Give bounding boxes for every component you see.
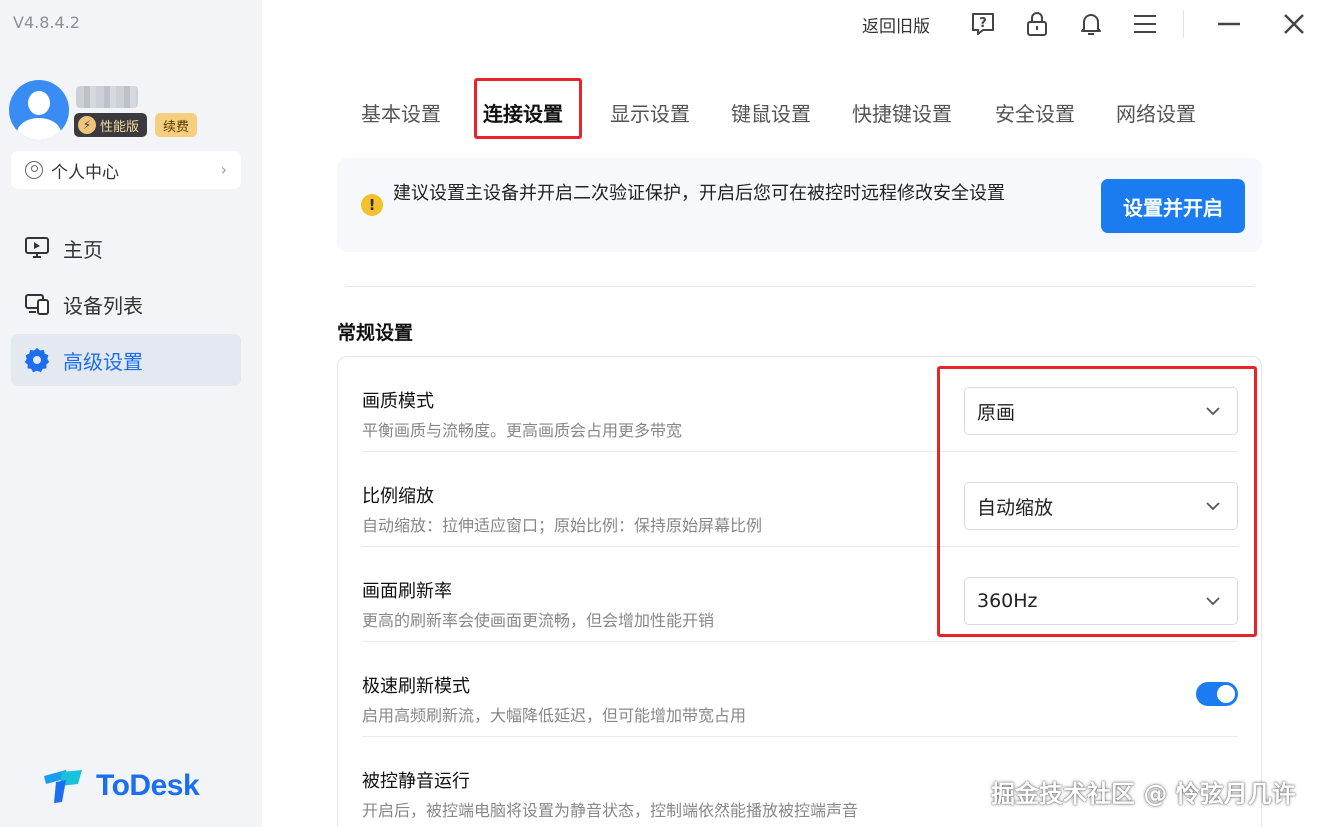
close-icon[interactable] — [1280, 10, 1308, 38]
setting-description: 自动缩放：拉伸适应窗口；原始比例：保持原始屏幕比例 — [362, 516, 763, 535]
sidebar-item-devices[interactable]: 设备列表 — [11, 278, 241, 330]
tab-basic-settings[interactable]: 基本设置 — [361, 98, 441, 127]
user-circle-icon — [25, 161, 43, 179]
setting-label: 比例缩放 — [362, 486, 434, 507]
avatar[interactable] — [9, 80, 69, 140]
sidebar: V4.8.4.2 ⚡ 性能版 续费 个人中心 › 主页 设备列表 高级设置 To… — [0, 0, 262, 827]
todesk-logo: ToDesk — [42, 768, 200, 804]
app-version: V4.8.4.2 — [13, 13, 80, 32]
renew-button[interactable]: 续费 — [155, 113, 198, 137]
sidebar-item-label: 设备列表 — [63, 293, 143, 318]
lightning-icon: ⚡ — [78, 116, 96, 134]
devices-icon — [23, 290, 51, 318]
sidebar-item-advanced-settings[interactable]: 高级设置 — [11, 334, 241, 386]
back-to-old-version-link[interactable]: 返回旧版 — [862, 12, 930, 37]
setting-row-fast-refresh: 极速刷新模式 启用高频刷新流，大幅降低延迟，但可能增加带宽占用 — [362, 642, 1238, 737]
tab-shortcut-settings[interactable]: 快捷键设置 — [852, 98, 952, 127]
monitor-icon — [23, 234, 51, 262]
help-icon[interactable]: ? — [969, 10, 997, 38]
svg-text:?: ? — [979, 16, 987, 31]
setting-label: 极速刷新模式 — [362, 676, 470, 697]
watermark-text: 掘金技术社区 @ 怜弦月几许 — [991, 780, 1296, 808]
performance-edition-badge: ⚡ 性能版 — [74, 113, 148, 137]
chevron-right-icon: › — [220, 160, 227, 179]
section-title: 常规设置 — [337, 322, 414, 344]
bell-icon[interactable] — [1077, 10, 1105, 38]
sidebar-item-home[interactable]: 主页 — [11, 222, 241, 274]
setting-description: 平衡画质与流畅度。更高画质会占用更多带宽 — [362, 421, 683, 440]
todesk-logo-icon — [42, 768, 88, 804]
security-notice-text: 建议设置主设备并开启二次验证保护，开启后您可在被控时远程修改安全设置 — [393, 183, 1005, 204]
lock-icon[interactable] — [1023, 10, 1051, 38]
sidebar-item-label: 高级设置 — [63, 349, 143, 374]
menu-icon[interactable] — [1131, 10, 1159, 38]
setting-label: 画面刷新率 — [362, 581, 452, 602]
username-blurred — [76, 86, 138, 108]
section-divider — [345, 286, 1255, 287]
personal-center-label: 个人中心 — [51, 162, 119, 183]
setting-label: 被控静音运行 — [362, 771, 470, 792]
tab-display-settings[interactable]: 显示设置 — [610, 98, 690, 127]
tab-highlight-annotation — [474, 78, 582, 139]
tab-network-settings[interactable]: 网络设置 — [1116, 98, 1196, 127]
setting-description: 更高的刷新率会使画面更流畅，但会增加性能开销 — [362, 611, 715, 630]
setting-description: 开启后，被控端电脑将设置为静音状态，控制端依然能播放被控端声音 — [362, 801, 859, 820]
todesk-logo-text: ToDesk — [96, 769, 200, 802]
performance-edition-label: 性能版 — [100, 119, 140, 135]
personal-center-button[interactable]: 个人中心 › — [11, 151, 241, 189]
gear-icon — [23, 346, 51, 374]
topbar-divider — [1183, 10, 1184, 38]
fast-refresh-toggle[interactable] — [1196, 682, 1238, 706]
tab-keyboard-mouse-settings[interactable]: 键鼠设置 — [731, 98, 811, 127]
tab-security-settings[interactable]: 安全设置 — [995, 98, 1075, 127]
minimize-icon[interactable] — [1215, 10, 1243, 38]
setting-label: 画质模式 — [362, 391, 434, 412]
security-notice-banner: ! 建议设置主设备并开启二次验证保护，开启后您可在被控时远程修改安全设置 设置并… — [337, 158, 1262, 252]
sidebar-item-label: 主页 — [63, 237, 103, 262]
setting-description: 启用高频刷新流，大幅降低延迟，但可能增加带宽占用 — [362, 706, 747, 725]
select-highlight-annotation — [937, 366, 1257, 637]
warning-icon: ! — [361, 194, 383, 216]
setup-and-enable-button[interactable]: 设置并开启 — [1101, 179, 1245, 233]
